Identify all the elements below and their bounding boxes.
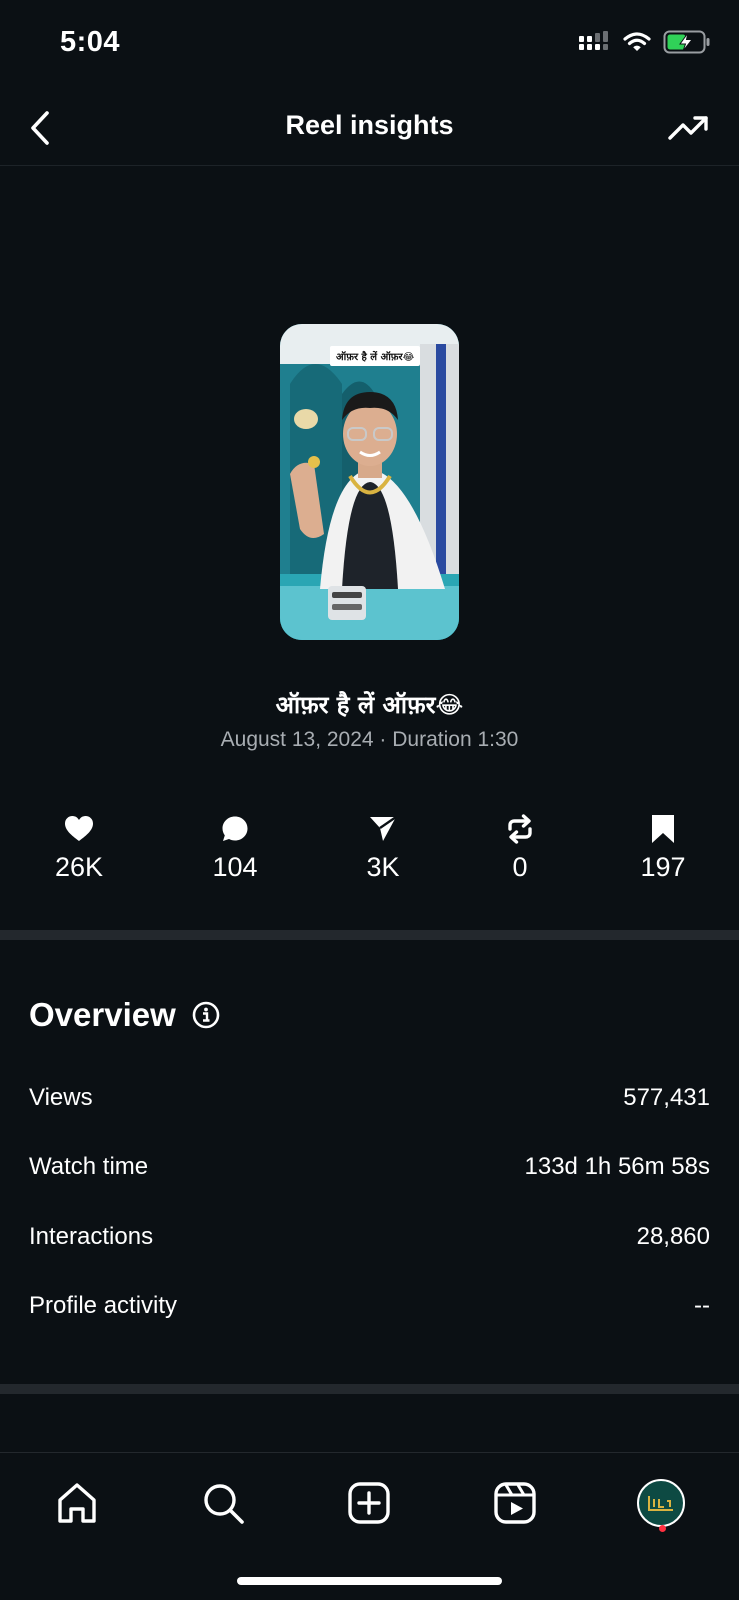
create-icon — [348, 1482, 390, 1524]
info-icon[interactable] — [192, 1001, 220, 1029]
profile-logo-icon — [648, 1496, 673, 1511]
stat-shares-value: 3K — [366, 852, 400, 882]
nav-search[interactable] — [193, 1473, 253, 1533]
reel-thumbnail-image — [280, 324, 459, 640]
metric-row-views: Views 577,431 — [29, 1078, 710, 1118]
metric-value: 577,431 — [623, 1084, 710, 1111]
section-divider — [0, 1384, 739, 1394]
engagement-stats: 26K 104 3K 0 197 — [0, 812, 739, 892]
wifi-icon — [623, 32, 651, 51]
battery-charging-icon — [663, 30, 710, 54]
stat-shares: 3K — [323, 812, 443, 883]
stat-comments-value: 104 — [212, 852, 258, 882]
metric-label: Watch time — [29, 1153, 149, 1180]
nav-create[interactable] — [339, 1473, 399, 1533]
reel-title: ऑफ़र है लें ऑफ़र😂 — [275, 691, 464, 719]
reel-thumbnail[interactable]: ऑफ़र है लें ऑफ़र😂 — [280, 324, 459, 640]
reels-icon — [494, 1482, 536, 1524]
status-icons — [579, 30, 711, 54]
stat-saves: 197 — [603, 812, 723, 883]
header-bar: Reel insights — [0, 92, 739, 166]
trends-button[interactable] — [665, 106, 713, 150]
home-icon — [58, 1483, 96, 1523]
cellular-signal-icon — [579, 31, 608, 50]
metric-row-watch-time: Watch time 133d 1h 56m 58s — [29, 1147, 710, 1187]
overview-title: Overview — [29, 996, 176, 1033]
share-icon — [370, 816, 397, 841]
status-time: 5:04 — [60, 26, 121, 58]
nav-home[interactable] — [47, 1473, 107, 1533]
metric-value: -- — [694, 1292, 710, 1319]
metric-value: 28,860 — [636, 1223, 710, 1250]
metric-row-interactions: Interactions 28,860 — [29, 1217, 710, 1257]
stat-likes: 26K — [19, 812, 139, 883]
metric-value: 133d 1h 56m 58s — [524, 1153, 710, 1180]
nav-reels[interactable] — [485, 1473, 545, 1533]
profile-avatar — [637, 1479, 685, 1527]
reel-meta: August 13, 2024 · Duration 1:30 — [220, 728, 519, 751]
thumbnail-caption: ऑफ़र है लें ऑफ़र😂 — [330, 346, 421, 366]
overview-heading: Overview — [29, 996, 220, 1034]
comment-icon — [222, 816, 248, 841]
nav-profile[interactable] — [631, 1473, 691, 1533]
repost-icon — [508, 814, 532, 844]
stat-reposts-value: 0 — [512, 852, 528, 882]
home-indicator — [237, 1577, 502, 1585]
metric-label: Interactions — [29, 1223, 154, 1250]
status-bar: 5:04 — [0, 0, 739, 90]
metric-label: Views — [29, 1084, 93, 1111]
stat-saves-value: 197 — [640, 852, 686, 882]
stat-likes-value: 26K — [54, 852, 104, 882]
page-title: Reel insights — [285, 110, 454, 140]
trending-up-icon — [668, 116, 708, 140]
notification-dot — [659, 1525, 666, 1532]
stat-comments: 104 — [175, 812, 295, 883]
bookmark-icon — [652, 815, 674, 843]
metric-row-profile-activity: Profile activity -- — [29, 1286, 710, 1326]
metric-label: Profile activity — [29, 1292, 178, 1319]
stat-reposts: 0 — [460, 812, 580, 883]
search-icon — [204, 1484, 244, 1524]
section-divider — [0, 930, 739, 940]
reel-insights-screen: 5:04 Reel insights ऑफ़र है लें ऑफ़र😂 ऑफ़… — [0, 0, 739, 1600]
heart-icon — [65, 816, 93, 841]
